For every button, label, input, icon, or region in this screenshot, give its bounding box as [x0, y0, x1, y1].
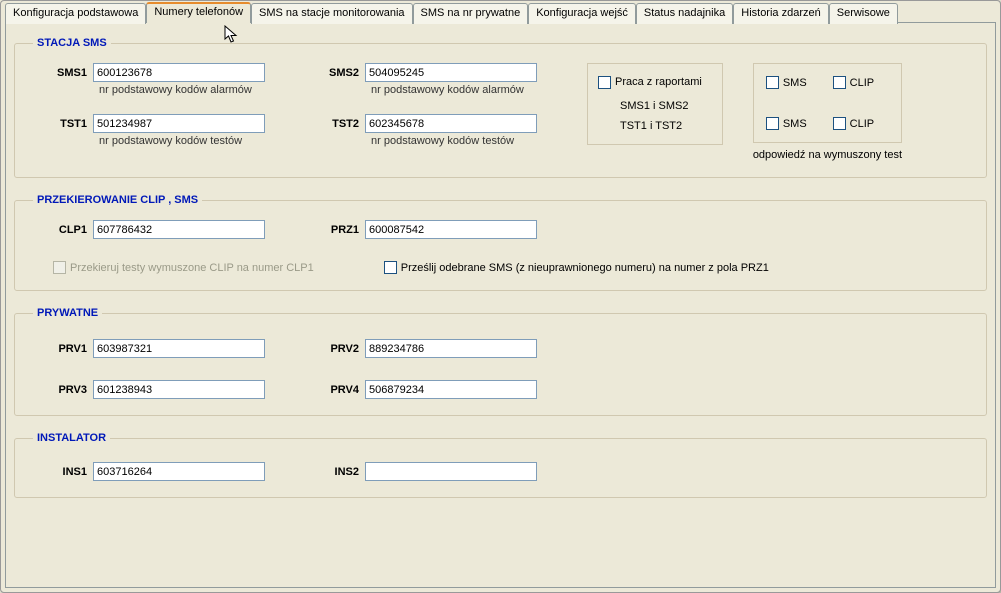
smsclip-box: SMS CLIP SMS CLIP: [753, 63, 902, 143]
tab-sms-stacje[interactable]: SMS na stacje monitorowania: [251, 3, 413, 24]
group-przekierowanie: PRZEKIEROWANIE CLIP , SMS CLP1 PRZ1 Prze…: [14, 194, 987, 291]
input-ins2[interactable]: [365, 462, 537, 481]
hint-tst2: nr podstawowy kodów testów: [371, 135, 537, 147]
group-stacja-sms: STACJA SMS SMS1 nr podstawowy kodów alar…: [14, 37, 987, 178]
label-prv4: PRV4: [305, 384, 365, 396]
label-prz1: PRZ1: [305, 224, 365, 236]
legend-przek: PRZEKIEROWANIE CLIP , SMS: [33, 194, 202, 206]
input-sms2[interactable]: [365, 63, 537, 82]
tab-konfig-podst[interactable]: Konfiguracja podstawowa: [5, 3, 146, 24]
input-prv2[interactable]: [365, 339, 537, 358]
cb-przekieruj-clip: Przekieruj testy wymuszone CLIP na numer…: [53, 261, 314, 274]
cb-praca-label: Praca z raportami: [615, 72, 702, 92]
checkbox-icon: [766, 117, 779, 130]
cb-sms-2-label: SMS: [783, 118, 807, 130]
input-tst2[interactable]: [365, 114, 537, 133]
label-prv1: PRV1: [33, 343, 93, 355]
cb-praca-raportami[interactable]: Praca z raportami: [598, 72, 702, 92]
tab-numery-telefonow[interactable]: Numery telefonów: [146, 2, 251, 23]
reports-line1: SMS1 i SMS2: [598, 96, 702, 116]
label-sms2: SMS2: [305, 67, 365, 79]
label-ins2: INS2: [305, 466, 365, 478]
tab-serwisowe[interactable]: Serwisowe: [829, 3, 898, 24]
tabs-bar: Konfiguracja podstawowa Numery telefonów…: [5, 1, 1001, 22]
cb-clip-2-label: CLIP: [850, 118, 874, 130]
cb-sms-2[interactable]: SMS: [766, 117, 807, 130]
cb-sms-1-label: SMS: [783, 77, 807, 89]
checkbox-icon: [766, 76, 779, 89]
reports-box: Praca z raportami SMS1 i SMS2 TST1 i TST…: [587, 63, 723, 145]
cb-przeslij-label: Prześlij odebrane SMS (z nieuprawnionego…: [401, 262, 769, 274]
cb-przeslij-sms[interactable]: Prześlij odebrane SMS (z nieuprawnionego…: [384, 261, 769, 274]
input-prv1[interactable]: [93, 339, 265, 358]
tab-sms-prywatne[interactable]: SMS na nr prywatne: [413, 3, 529, 24]
cb-clip-1[interactable]: CLIP: [833, 76, 874, 89]
panel-numery-telefonow: STACJA SMS SMS1 nr podstawowy kodów alar…: [5, 22, 996, 588]
label-prv3: PRV3: [33, 384, 93, 396]
cb-przekieruj-label: Przekieruj testy wymuszone CLIP na numer…: [70, 262, 314, 274]
hint-sms1: nr podstawowy kodów alarmów: [99, 84, 265, 96]
cb-clip-1-label: CLIP: [850, 77, 874, 89]
tab-konfig-wejsc[interactable]: Konfiguracja wejść: [528, 3, 636, 24]
label-prv2: PRV2: [305, 343, 365, 355]
label-clp1: CLP1: [33, 224, 93, 236]
label-ins1: INS1: [33, 466, 93, 478]
input-tst1[interactable]: [93, 114, 265, 133]
tab-status[interactable]: Status nadajnika: [636, 3, 733, 24]
input-clp1[interactable]: [93, 220, 265, 239]
group-instalator: INSTALATOR INS1 INS2: [14, 432, 987, 498]
checkbox-icon: [384, 261, 397, 274]
input-ins1[interactable]: [93, 462, 265, 481]
checkbox-icon: [833, 76, 846, 89]
label-tst1: TST1: [33, 118, 93, 130]
resp-label: odpowiedź na wymuszony test: [753, 149, 902, 161]
cb-sms-1[interactable]: SMS: [766, 76, 807, 89]
input-prv4[interactable]: [365, 380, 537, 399]
app-window: Konfiguracja podstawowa Numery telefonów…: [0, 0, 1001, 593]
cb-clip-2[interactable]: CLIP: [833, 117, 874, 130]
checkbox-icon: [598, 76, 611, 89]
label-tst2: TST2: [305, 118, 365, 130]
input-prz1[interactable]: [365, 220, 537, 239]
input-prv3[interactable]: [93, 380, 265, 399]
input-sms1[interactable]: [93, 63, 265, 82]
reports-line2: TST1 i TST2: [598, 116, 702, 136]
tab-historia[interactable]: Historia zdarzeń: [733, 3, 828, 24]
checkbox-icon: [53, 261, 66, 274]
legend-inst: INSTALATOR: [33, 432, 110, 444]
group-prywatne: PRYWATNE PRV1 PRV2 PRV3 PRV4: [14, 307, 987, 416]
hint-tst1: nr podstawowy kodów testów: [99, 135, 265, 147]
legend-pryw: PRYWATNE: [33, 307, 102, 319]
checkbox-icon: [833, 117, 846, 130]
legend-stacja: STACJA SMS: [33, 37, 111, 49]
label-sms1: SMS1: [33, 67, 93, 79]
hint-sms2: nr podstawowy kodów alarmów: [371, 84, 537, 96]
